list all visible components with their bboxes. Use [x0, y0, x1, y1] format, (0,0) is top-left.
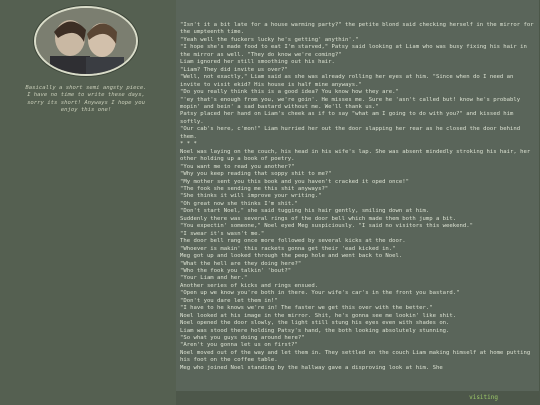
- post-line: "My mother sent you this book and you ha…: [180, 178, 410, 185]
- post-line: Liam was stood there holding Patsy's han…: [180, 327, 450, 334]
- post-line: Patsy placed her hand on Liam's cheek as…: [180, 111, 514, 125]
- post-line: Noel moved out of the way and let them i…: [180, 349, 531, 364]
- post-line: "Well, not exactly," Liam said as she wa…: [180, 74, 514, 88]
- post-line: Noel opened the door slowly, the light s…: [180, 320, 450, 327]
- post-line: Another series of kicks and rings ensued…: [180, 282, 319, 289]
- sidebar-description: Basically a short semi angsty piece. I h…: [25, 85, 147, 114]
- post-line: "I hope she's made food to eat I'm starv…: [180, 44, 527, 58]
- post-line: "Who the fook you talkin' 'bout?": [180, 267, 292, 274]
- post-line: * * *: [180, 141, 197, 148]
- post-line: Meg who joined Noel standing by the hall…: [180, 364, 443, 371]
- post-area: "Isn't it a bit late for a house warming…: [176, 0, 540, 405]
- post-line: "Yeah well the fuckers lucky he's gettin…: [180, 36, 359, 43]
- post-line: Noel was laying on the couch, his head i…: [180, 148, 531, 163]
- sidebar: Basically a short semi angsty piece. I h…: [0, 0, 170, 405]
- post-line: "You expectin' someone," Noel eyed Meg s…: [180, 223, 473, 230]
- post-line: "'ey that's enough from you, we're goin'…: [180, 96, 521, 110]
- post-line: "Aren't you gonna let us on first?": [180, 342, 298, 349]
- post-footer: visiting: [176, 391, 540, 405]
- post-line: "Oh great now she thinks I'm shit.": [180, 200, 298, 207]
- post-line: "Open up we know you're both in there. Y…: [180, 290, 460, 297]
- post-line: "Don't start Noel," she said tugging his…: [180, 208, 430, 215]
- post-line: "Don't you dare let them in!": [180, 297, 278, 304]
- header-avatar-image: [34, 6, 138, 76]
- visiting-link[interactable]: visiting: [469, 394, 498, 401]
- post-line: "Why you keep reading that soppy shit to…: [180, 171, 332, 178]
- post-line: "What the hell are they doing here?": [180, 260, 302, 267]
- post-line: "I have to he knows we're in! The faster…: [180, 305, 433, 312]
- post-line: "Isn't it a bit late for a house warming…: [180, 22, 534, 36]
- post-line: Suddenly there was several rings of the …: [180, 215, 457, 222]
- post-line: "Our cab's here, c'mon!" Liam hurried he…: [180, 126, 521, 140]
- post-line: Noel looked at his image in the mirror. …: [180, 312, 457, 319]
- post-line: "I swear it's wasn't me.": [180, 230, 265, 237]
- post-line: "Your Liam and her.": [180, 275, 248, 282]
- post-line: "She thinks it will improve your writing…: [180, 193, 322, 200]
- post-line: "Do you really think this is a good idea…: [180, 89, 399, 96]
- post-line: Meg got up and looked through the peep h…: [180, 253, 403, 260]
- post-line: "Whoever is makin' this rackets gonna ge…: [180, 245, 396, 252]
- post-line: "You want me to read you another?": [180, 163, 295, 170]
- post-line: "The fook she sending me this shit anywa…: [180, 185, 329, 192]
- post-line: The door bell rang once more followed by…: [180, 238, 406, 245]
- post-line: "So what you guys doing around here?": [180, 335, 305, 342]
- post-line: "Liam? They did invite us over?": [180, 66, 288, 73]
- post-body: "Isn't it a bit late for a house warming…: [180, 22, 536, 372]
- post-line: Liam ignored her still smoothing out his…: [180, 59, 335, 66]
